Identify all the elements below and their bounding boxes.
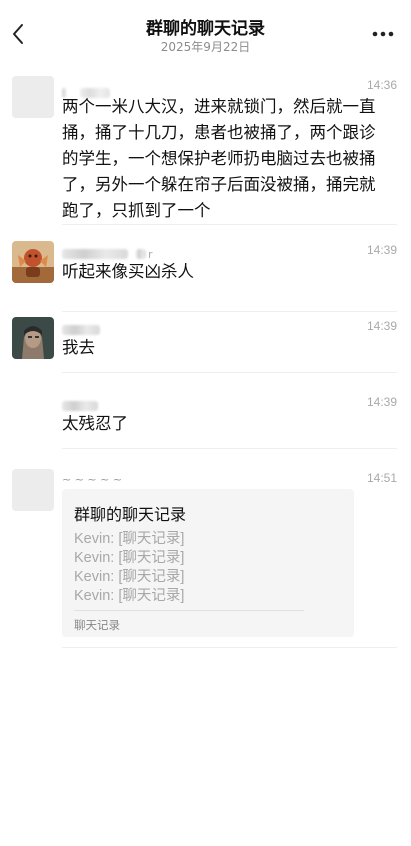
- card-divider: [74, 610, 304, 611]
- message-time: 14:36: [366, 78, 397, 92]
- card-footer: 聊天记录: [74, 618, 120, 632]
- message-item[interactable]: r 14:39 听起来像买凶杀人: [0, 241, 411, 313]
- divider: [62, 372, 397, 373]
- card-line: Kevin: [聊天记录]: [74, 588, 185, 604]
- avatar[interactable]: [12, 241, 54, 283]
- divider: [62, 311, 397, 312]
- page-date: 2025年9月22日: [160, 40, 251, 54]
- message-item[interactable]: 14:39 太残忍了: [0, 393, 411, 465]
- avatar[interactable]: [12, 317, 54, 359]
- header-bar: 群聊的聊天记录 2025年9月22日: [0, 0, 411, 64]
- message-item[interactable]: ~ ~ ~ ~ ~ 14:51 群聊的聊天记录 Kevin: [聊天记录] Ke…: [0, 469, 411, 651]
- more-button[interactable]: [371, 22, 395, 46]
- card-line: Kevin: [聊天记录]: [74, 531, 185, 547]
- avatar-image: [12, 317, 54, 359]
- sender-name: ~ ~ ~ ~ ~: [62, 473, 123, 486]
- divider: [62, 647, 397, 648]
- divider: [62, 224, 397, 225]
- message-text: 两个一米八大汉，进来就锁门，然后就一直捅，捅了十几刀，患者也被捅了，两个跟诊的学…: [62, 97, 376, 220]
- message-text: 太残忍了: [62, 414, 128, 433]
- card-title: 群聊的聊天记录: [74, 505, 187, 524]
- message-time: 14:39: [366, 319, 397, 333]
- message-text: 听起来像买凶杀人: [62, 262, 194, 281]
- sender-name: [62, 395, 98, 411]
- sender-name: [62, 319, 100, 335]
- message-item[interactable]: 14:39 我去: [0, 317, 411, 389]
- sender-name: r: [62, 243, 153, 261]
- message-time: 14:51: [366, 471, 397, 485]
- chat-record-card[interactable]: 群聊的聊天记录 Kevin: [聊天记录] Kevin: [聊天记录] Kevi…: [62, 489, 354, 637]
- card-line: Kevin: [聊天记录]: [74, 569, 185, 585]
- page-title: 群聊的聊天记录: [146, 19, 265, 39]
- avatar[interactable]: [12, 469, 54, 511]
- message-text: 我去: [62, 338, 95, 357]
- avatar-image: [12, 241, 54, 283]
- message-time: 14:39: [366, 395, 397, 409]
- message-time: 14:39: [366, 243, 397, 257]
- divider: [62, 448, 397, 449]
- message-item[interactable]: 14:36 两个一米八大汉，进来就锁门，然后就一直捅，捅了十几刀，患者也被捅了，…: [0, 76, 411, 226]
- card-line: Kevin: [聊天记录]: [74, 550, 185, 566]
- ellipsis-icon: [372, 31, 394, 37]
- avatar[interactable]: [12, 76, 54, 118]
